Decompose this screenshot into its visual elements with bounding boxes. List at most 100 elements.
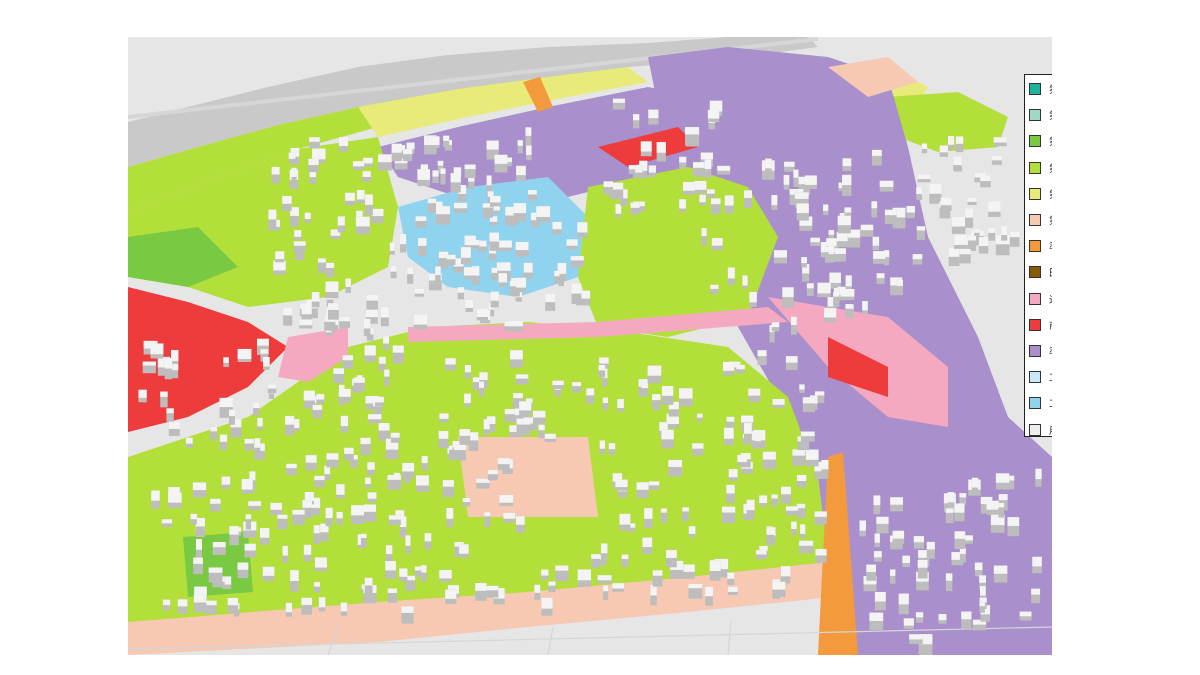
zoning-map[interactable]: 第1種低層住居専用地域第2種低層住居専用地域第1種中高層住居専用地域第2種中高層…	[128, 37, 1052, 655]
building-roof	[190, 513, 197, 520]
building-roof	[644, 508, 653, 519]
building-roof	[362, 171, 371, 177]
building-roof	[513, 203, 527, 214]
building-roof	[737, 454, 747, 463]
building-roof	[312, 148, 326, 160]
building-roof	[652, 570, 663, 576]
building-roof	[185, 437, 193, 444]
building-roof	[387, 474, 401, 480]
building-roof	[366, 294, 379, 301]
building-roof	[603, 181, 614, 188]
building-roof	[974, 228, 980, 233]
building-roof	[859, 520, 866, 531]
building-roof	[424, 533, 432, 542]
building-roof	[486, 585, 499, 591]
building-roof	[951, 216, 966, 227]
building-roof	[193, 594, 205, 603]
legend-swatch	[1029, 161, 1041, 174]
legend-item: 近隣商業地域	[1029, 286, 1052, 312]
building-roof	[363, 318, 371, 329]
building-roof	[312, 404, 323, 410]
building-roof	[844, 207, 852, 213]
building-roof	[151, 490, 160, 501]
building-roof	[326, 453, 339, 460]
building-roof	[896, 279, 903, 287]
legend-label: 第1種住居地域	[1049, 187, 1052, 201]
building-roof	[705, 586, 713, 597]
building-roof	[459, 544, 469, 554]
building-roof	[802, 397, 816, 404]
building-roof	[161, 519, 172, 524]
building-roof	[948, 247, 960, 257]
building-roof	[965, 208, 974, 218]
building-roof	[476, 308, 488, 318]
building-roof	[489, 232, 499, 242]
building-roof	[759, 495, 768, 504]
building-roof	[648, 481, 660, 486]
building-roof	[707, 109, 720, 119]
building-roof	[519, 401, 532, 411]
building-roof	[515, 241, 529, 251]
building-roof	[301, 303, 312, 315]
building-roof	[390, 432, 400, 438]
building-roof	[648, 165, 656, 173]
building-roof	[784, 161, 795, 167]
building-roof	[890, 497, 903, 505]
building-roof	[365, 477, 371, 485]
building-roof	[913, 536, 925, 543]
building-roof	[305, 455, 317, 463]
building-roof	[336, 484, 345, 495]
building-roof	[338, 137, 349, 147]
building-roof	[796, 203, 809, 214]
building-roof	[700, 152, 713, 160]
building-roof	[260, 349, 269, 354]
building-roof	[828, 245, 834, 255]
building-roof	[619, 513, 631, 525]
building-roof	[210, 426, 218, 432]
building-roof	[909, 634, 923, 640]
building-roof	[268, 209, 277, 220]
building-roof	[528, 190, 537, 195]
building-roof	[800, 524, 806, 534]
building-roof	[954, 531, 966, 539]
building-roof	[666, 550, 677, 558]
building-roof	[833, 291, 840, 297]
legend-item: 商業地域	[1029, 312, 1052, 338]
building-roof	[420, 565, 427, 573]
building-roof	[781, 486, 791, 495]
building-roof	[195, 539, 202, 550]
building-roof	[294, 230, 302, 237]
building-roof	[790, 316, 797, 326]
building-roof	[916, 226, 926, 231]
building-roof	[541, 569, 549, 576]
building-roof	[577, 569, 591, 581]
building-roof	[523, 262, 533, 273]
building-roof	[164, 358, 173, 369]
building-roof	[478, 381, 484, 388]
building-roof	[921, 143, 928, 149]
building-roof	[979, 597, 987, 603]
building-roof	[636, 482, 649, 490]
building-roof	[552, 221, 562, 230]
zoning-legend: 第1種低層住居専用地域第2種低層住居専用地域第1種中高層住居専用地域第2種中高層…	[1024, 74, 1052, 437]
building-roof	[516, 418, 531, 425]
building-roof	[497, 458, 510, 465]
building-roof	[304, 212, 311, 219]
building-roof	[288, 152, 296, 159]
building-roof	[479, 372, 488, 380]
building-roof	[722, 361, 735, 371]
building-roof	[407, 267, 414, 275]
building-roof	[697, 413, 703, 418]
building-roof	[318, 597, 326, 608]
building-roof	[160, 391, 168, 397]
building-roof	[414, 566, 422, 571]
building-roof	[378, 422, 390, 431]
building-roof	[388, 515, 401, 520]
building-roof	[991, 155, 1002, 161]
building-roof	[862, 301, 868, 311]
building-roof	[1032, 556, 1042, 567]
building-roof	[772, 581, 786, 590]
building-roof	[845, 304, 853, 309]
building-roof	[555, 565, 569, 571]
building-roof	[378, 154, 392, 163]
